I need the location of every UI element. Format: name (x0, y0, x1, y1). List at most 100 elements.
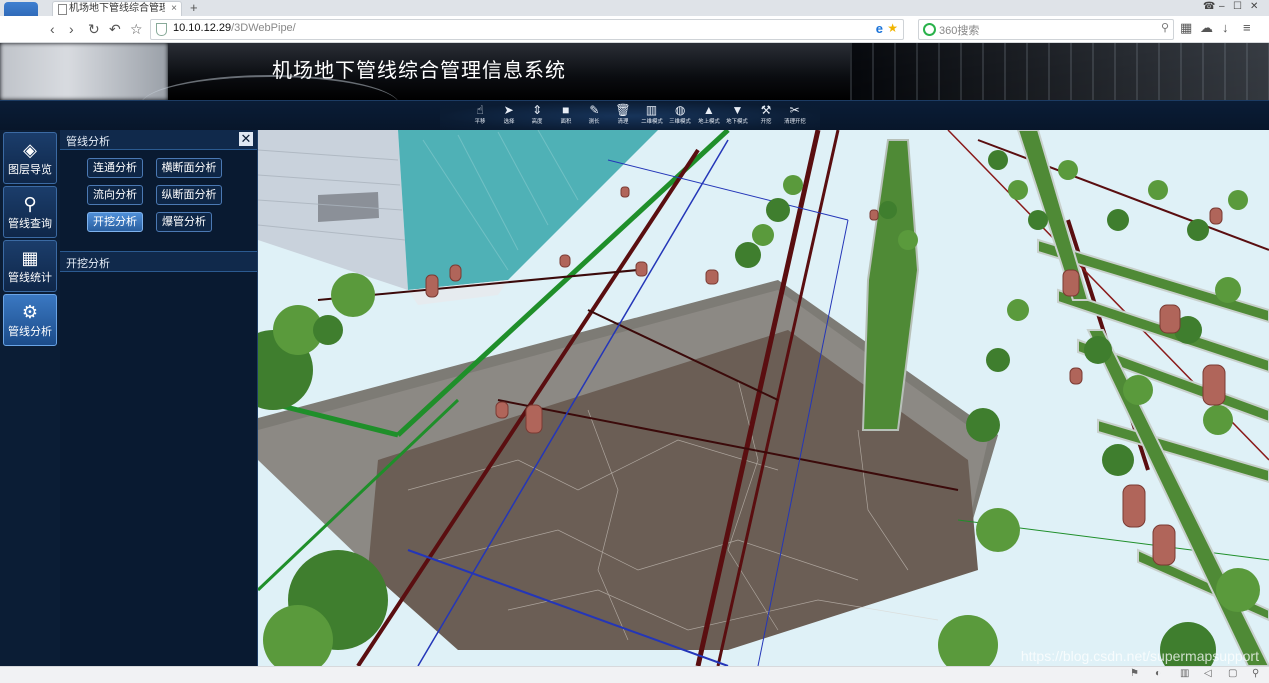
pipe-stats-icon: ▦ (21, 248, 39, 268)
flow-direction-analysis-button[interactable]: 流向分析 (87, 185, 143, 205)
tool-label: 面积 (560, 119, 572, 125)
layers-icon: ◈ (23, 140, 37, 160)
zoom-icon[interactable]: ⚲ (1252, 668, 1259, 679)
privacy-icon[interactable]: ◐ (1155, 668, 1161, 679)
tool-label: 二维模式 (640, 119, 663, 125)
favorite-icon[interactable]: ★ (887, 21, 898, 35)
left-navigation: ◈ 图层导览 ⚲ 管线查询 ▦ 管线统计 ⚙ 管线分析 (0, 130, 61, 666)
tool-label: 清理开挖 (783, 119, 806, 125)
tool-globe[interactable]: ◍ 三维模式 (666, 102, 694, 130)
longitudinal-section-analysis-button[interactable]: 纵断面分析 (156, 185, 222, 205)
above-ground-icon: ▲ (702, 103, 715, 117)
connectivity-analysis-button[interactable]: 连通分析 (87, 158, 143, 178)
trash-icon: 🗑 (615, 103, 631, 117)
tool-clear-excavate[interactable]: ✂ 清理开挖 (781, 102, 809, 130)
nav-item-layers[interactable]: ◈ 图层导览 (3, 132, 57, 184)
header-pipe-graphic (850, 43, 1269, 100)
nav-item-label: 图层导览 (8, 164, 52, 176)
security-shield-icon (156, 23, 167, 36)
panel-close-button[interactable]: ✕ (239, 132, 253, 146)
document-icon (58, 4, 67, 15)
nav-item-pipe-stats[interactable]: ▦ 管线统计 (3, 240, 57, 292)
header-logo-image (0, 43, 168, 100)
forward-button[interactable]: › (69, 20, 74, 38)
tool-map[interactable]: ▥ 二维模式 (638, 102, 666, 130)
tab-close-icon[interactable]: × (171, 2, 177, 16)
maximize-button[interactable]: ☐ (1233, 0, 1242, 14)
app-title: 机场地下管线综合管理信息系统 (272, 58, 566, 82)
browser-tab-strip: 机场地下管线综合管理信息系 × + ☎ – ☐ ✕ (0, 0, 1269, 17)
panel-title: 管线分析 (66, 136, 110, 148)
pipe-analysis-panel: 管线分析 ✕ 连通分析 横断面分析 流向分析 纵断面分析 开挖分析 爆管分析 开挖分析 (60, 130, 258, 666)
tool-label: 高度 (531, 119, 543, 125)
nav-item-pipe-analysis[interactable]: ⚙ 管线分析 (3, 294, 57, 346)
cloud-icon[interactable]: ☁ (1200, 20, 1213, 36)
back-button[interactable]: ‹ (50, 20, 55, 38)
search-box[interactable]: 360搜索 ⚲ (918, 19, 1174, 40)
3d-map-view[interactable]: https://blog.csdn.net/supermapsupport (258, 130, 1269, 666)
nav-item-label: 管线查询 (8, 218, 52, 230)
cross-section-analysis-button[interactable]: 横断面分析 (156, 158, 222, 178)
pin-status-icon[interactable]: ⚑ (1130, 668, 1139, 679)
tool-label: 开挖 (760, 119, 772, 125)
trash-status-icon[interactable]: ▥ (1180, 668, 1189, 679)
apps-icon[interactable]: ▦ (1180, 20, 1192, 36)
tool-label: 地下模式 (726, 119, 749, 125)
ruler-icon: ✎ (589, 103, 600, 117)
tool-excavate[interactable]: ⚒ 开挖 (752, 102, 780, 130)
download-icon[interactable]: ↓ (1222, 20, 1229, 35)
tool-pointer[interactable]: ➤ 选择 (495, 102, 523, 130)
pointer-icon: ➤ (503, 103, 514, 117)
pipe-analysis-icon: ⚙ (21, 302, 39, 322)
panel-header: 管线分析 ✕ (60, 130, 257, 150)
ie-mode-icon[interactable]: e (876, 21, 883, 36)
map-toolbar: ☝ 平移 ➤ 选择 ⇕ 高度 ■ 面积 ✎ 测长 🗑 清理 ▥ 二维模式 ◍ 三维模式 ▲ 地上模式 ▼ 地下模式 ⚒ 开… (0, 100, 1269, 131)
pipe-query-icon: ⚲ (23, 194, 37, 214)
hand-icon: ☝ (476, 103, 484, 117)
browser-navbar: ‹ › ↻ ↶ ☆ 10.10.12.29/3DWebPipe/ e ★ 360… (0, 16, 1269, 43)
menu-icon[interactable]: ≡ (1243, 20, 1251, 35)
tool-label: 地上模式 (697, 119, 720, 125)
tool-height[interactable]: ⇕ 高度 (523, 102, 551, 130)
tool-area[interactable]: ■ 面积 (552, 102, 580, 130)
tab-title: 机场地下管线综合管理信息系 (69, 3, 165, 14)
undo-close-tab-button[interactable]: ↶ (109, 20, 121, 38)
tool-hand[interactable]: ☝ 平移 (466, 102, 494, 130)
excavation-analysis-button[interactable]: 开挖分析 (87, 212, 143, 232)
nav-item-pipe-query[interactable]: ⚲ 管线查询 (3, 186, 57, 238)
tool-label: 三维模式 (669, 119, 691, 125)
subpanel-title: 开挖分析 (66, 258, 110, 270)
minimize-button[interactable]: – (1219, 0, 1225, 14)
bookmark-star-icon[interactable]: ☆ (130, 20, 143, 38)
tool-label: 平移 (474, 119, 486, 125)
browser-status-bar: ⚑ ◐ ▥ ◁ ▢ ⚲ (0, 666, 1269, 683)
tool-label: 清理 (617, 119, 629, 125)
tool-above-ground[interactable]: ▲ 地上模式 (695, 102, 723, 130)
search-icon[interactable]: ⚲ (1161, 21, 1169, 34)
new-tab-button[interactable]: + (190, 0, 198, 15)
reload-button[interactable]: ↻ (88, 20, 100, 38)
tool-trash[interactable]: 🗑 清理 (609, 102, 637, 130)
close-window-button[interactable]: ✕ (1250, 0, 1258, 14)
area-icon: ■ (562, 103, 570, 117)
address-bar[interactable]: 10.10.12.29/3DWebPipe/ e ★ (150, 19, 904, 40)
search-placeholder: 360搜索 (939, 25, 980, 37)
browser-tab[interactable]: 机场地下管线综合管理信息系 × (52, 1, 182, 17)
tool-ruler[interactable]: ✎ 测长 (580, 102, 608, 130)
url-host: 10.10.12.29 (173, 22, 232, 34)
map-icon: ▥ (645, 103, 658, 117)
underground-icon: ▼ (731, 103, 744, 117)
clear-excavate-icon: ✂ (789, 103, 800, 117)
volume-icon[interactable]: ◁ (1204, 668, 1212, 679)
pipe-burst-analysis-button[interactable]: 爆管分析 (156, 212, 212, 232)
height-icon: ⇕ (532, 103, 543, 117)
excavate-icon: ⚒ (760, 103, 772, 117)
nav-item-label: 管线分析 (8, 326, 52, 338)
scene-canvas[interactable] (258, 130, 1269, 666)
window-status-icon[interactable]: ▢ (1228, 668, 1237, 679)
globe-icon: ◍ (674, 103, 686, 117)
pin-icon[interactable]: ☎ (1203, 0, 1215, 14)
search-engine-icon (923, 23, 936, 36)
app-header: 机场地下管线综合管理信息系统 (0, 43, 1269, 100)
tool-underground[interactable]: ▼ 地下模式 (723, 102, 751, 130)
